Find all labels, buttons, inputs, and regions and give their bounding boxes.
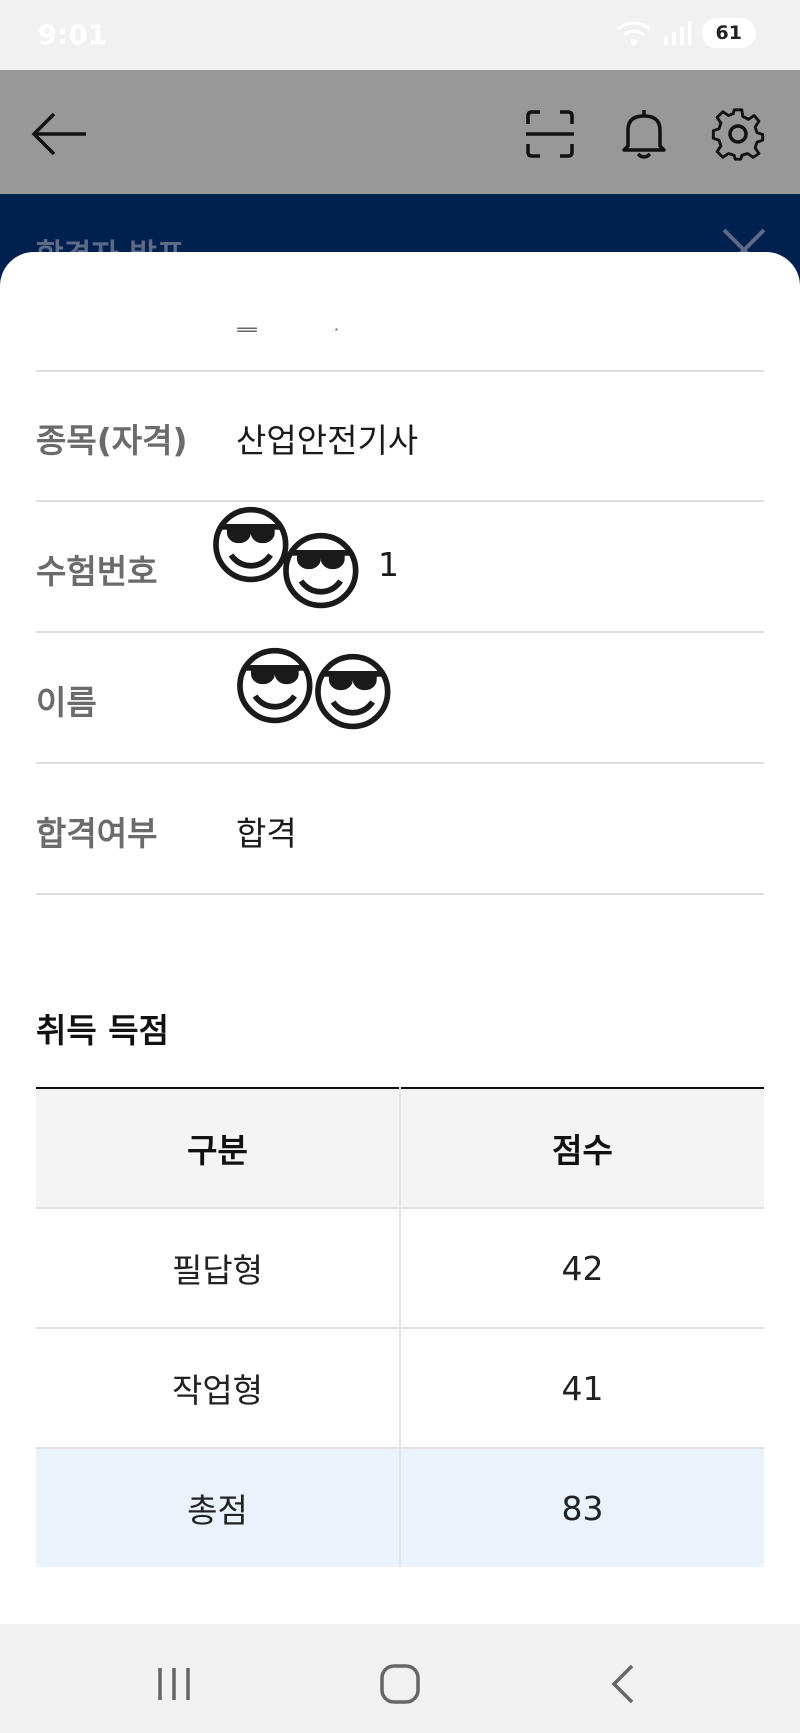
- result-sheet: ᆖ ᅟ ᆞ 종목(자격) 산업안전기사 수험번호 1 😎 😎 이름 😎 😎 합격…: [0, 252, 800, 1624]
- score-cell: 42: [400, 1208, 764, 1329]
- sunglasses-emoji-icon: 😎: [308, 644, 398, 744]
- table-row: 필답형 42: [36, 1208, 764, 1329]
- wifi-icon: [616, 21, 651, 45]
- sunglasses-emoji-icon: 😎: [230, 638, 320, 738]
- system-nav-bar: [0, 1624, 800, 1733]
- category-cell: 작업형: [36, 1328, 401, 1449]
- status-bar: 9:01 61: [0, 0, 800, 70]
- home-icon[interactable]: [370, 1654, 430, 1714]
- recent-apps-icon[interactable]: [144, 1654, 204, 1714]
- score-cell: 83: [400, 1448, 764, 1567]
- bell-icon[interactable]: [616, 106, 672, 162]
- category-cell: 총점: [36, 1448, 401, 1567]
- nav-back-icon[interactable]: [594, 1654, 654, 1714]
- signal-icon: [663, 21, 691, 45]
- info-row-pass-status: 합격여부 합격: [36, 763, 764, 895]
- app-bar: [0, 70, 800, 194]
- status-icons: 61: [616, 18, 756, 48]
- info-value: 산업안전기사: [236, 421, 419, 460]
- total-row: 총점 83: [36, 1448, 764, 1567]
- partial-row-fragment: ᆖ ᅟ ᆞ: [236, 316, 358, 344]
- table-header-row: 구분 점수: [36, 1088, 764, 1209]
- table-row: 작업형 41: [36, 1328, 764, 1449]
- partial-info-row: ᆖ ᅟ ᆞ: [36, 252, 764, 372]
- info-row-qualification: 종목(자격) 산업안전기사: [36, 370, 764, 502]
- status-time: 9:01: [38, 20, 108, 51]
- info-row-exam-number: 수험번호 1 😎 😎: [36, 497, 764, 633]
- info-label: 합격여부: [36, 814, 158, 853]
- gear-icon[interactable]: [710, 106, 766, 162]
- back-arrow-icon[interactable]: [30, 106, 86, 162]
- column-header: 구분: [36, 1088, 401, 1209]
- battery-indicator: 61: [701, 18, 756, 48]
- info-label: 종목(자격): [36, 421, 188, 460]
- score-cell: 41: [400, 1328, 764, 1449]
- scan-icon[interactable]: [522, 106, 578, 162]
- info-value: 합격: [236, 814, 297, 853]
- score-table: 구분 점수 필답형 42 작업형 41 총점 83: [36, 1087, 764, 1567]
- sunglasses-emoji-icon: 😎: [276, 523, 366, 623]
- category-cell: 필답형: [36, 1208, 401, 1329]
- info-value: 1: [378, 545, 399, 584]
- column-header: 점수: [400, 1088, 764, 1209]
- info-row-name: 이름 😎 😎: [36, 632, 764, 764]
- info-label: 수험번호: [36, 552, 158, 591]
- section-title: 취득 득점: [36, 1011, 169, 1050]
- info-label: 이름: [36, 683, 97, 722]
